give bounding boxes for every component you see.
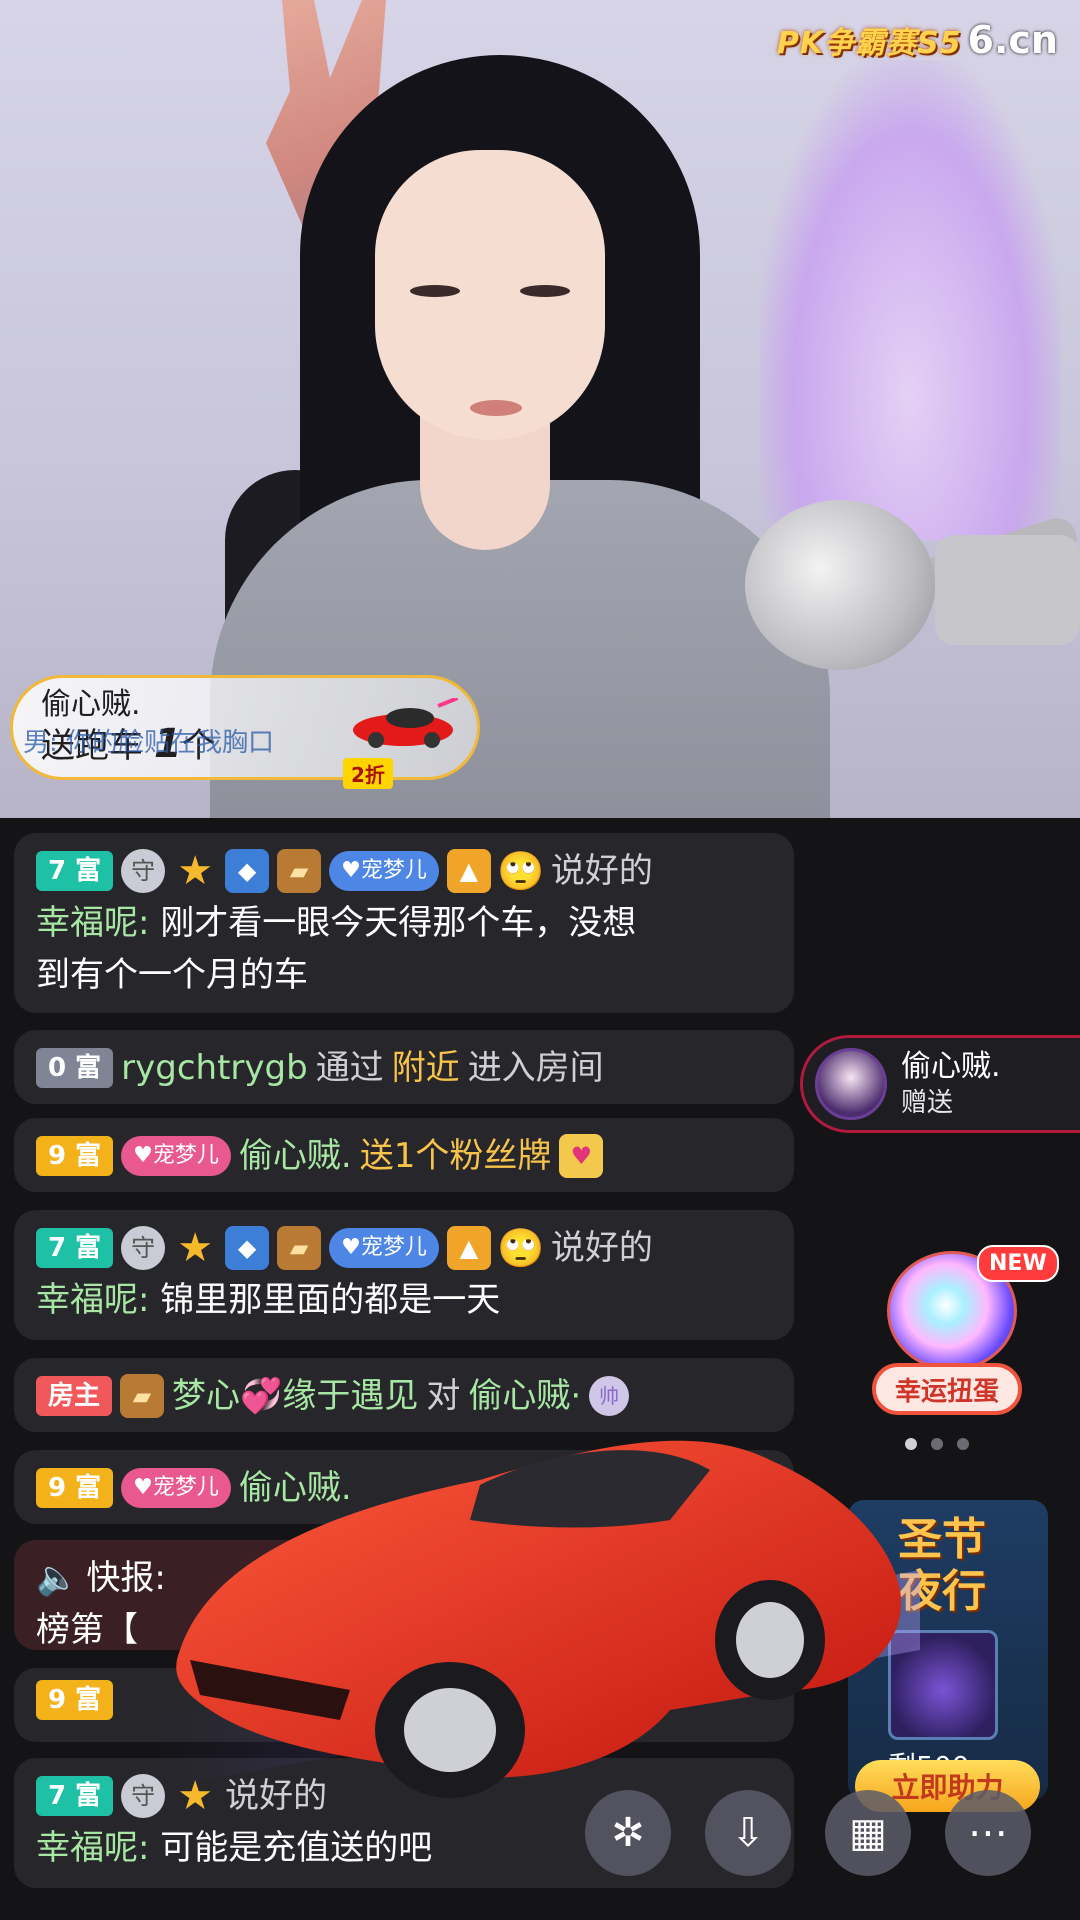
chat-message: 9 富 ♥ 宠梦儿 偷心贼. — [14, 1450, 794, 1524]
chat-username[interactable]: 偷心贼. — [239, 1462, 352, 1514]
pet-name: 宠梦儿 — [360, 858, 427, 883]
target-username[interactable]: 偷心贼· — [468, 1370, 581, 1422]
wealth-level-badge: 7 富 — [36, 851, 114, 891]
chat-message: 0 富 rygchtrygb 通过 附近 进入房间 — [14, 1030, 794, 1104]
sparkle-icon[interactable]: ✲ — [585, 1790, 671, 1876]
gold-bar-icon: ▰ — [277, 1226, 322, 1270]
guard-shield-icon: 守 — [121, 849, 166, 893]
sports-car-icon — [353, 698, 458, 748]
chat-username[interactable]: rygchtrygb — [121, 1042, 308, 1094]
message-tail: 说好的 — [550, 1228, 653, 1268]
pumpkin-icon — [888, 1630, 998, 1740]
event-panel[interactable]: 圣节 夜行 剩500 — [848, 1500, 1048, 1800]
gacha-label: 幸运扭蛋 — [872, 1363, 1022, 1415]
live-video[interactable]: PK争霸赛S5 6.cn 偷心贼. 男: 你的脸贴在我胸口 送跑车 1个 2折 — [0, 0, 1080, 818]
news-label: 快报: — [86, 1558, 166, 1598]
wealth-level-badge: 9 富 — [36, 1136, 114, 1176]
fan-card-icon: ♥ — [559, 1134, 604, 1178]
gift-notice[interactable]: 偷心贼. 赠送 — [800, 1035, 1080, 1133]
enter-source: 附近 — [391, 1048, 460, 1088]
right-eye — [520, 285, 570, 297]
chat-message: 9 富 — [14, 1668, 794, 1742]
cube-badge-icon: ◆ — [225, 849, 270, 893]
chat-message: 7 富 守 ★ ◆ ▰ ♥ 宠梦儿 ▲ 🙄 说好的 幸福呢: 刚才看一眼今天得那个… — [14, 833, 794, 1013]
chat-username[interactable]: 幸福呢: — [36, 1280, 149, 1320]
chat-text: 可能是充值送的吧 — [160, 1828, 433, 1868]
cube-badge-icon: ◆ — [225, 1226, 270, 1270]
microphone-icon — [745, 500, 935, 670]
eye-roll-emoji-icon: 🙄 — [497, 1226, 545, 1270]
grid-icon[interactable]: ▦ — [825, 1790, 911, 1876]
chat-message: 9 富 ♥ 宠梦儿 偷心贼. 送1个粉丝牌 ♥ — [14, 1118, 794, 1192]
message-tail: 说好的 — [225, 1776, 328, 1816]
left-eye — [410, 285, 460, 297]
guard-shield-icon: 守 — [121, 1774, 166, 1818]
chat-username[interactable]: 梦心💞缘于遇见 — [172, 1370, 418, 1422]
event-title: 圣节 夜行 — [898, 1514, 986, 1618]
pet-badge: ♥ 宠梦儿 — [121, 1468, 231, 1508]
chat-username[interactable]: 幸福呢: — [36, 1828, 149, 1868]
star-icon: ★ — [177, 1225, 214, 1271]
guard-shield-icon: 守 — [121, 1226, 166, 1270]
discount-badge: 2折 — [343, 758, 393, 789]
wealth-level-badge: 9 富 — [36, 1680, 114, 1720]
event-title-line1: 圣节 — [898, 1514, 986, 1565]
pk-logo: PK争霸赛S5 — [776, 26, 962, 61]
to-text: 对 — [426, 1376, 461, 1416]
news-flash[interactable]: 🔈 快报: 榜第【 — [14, 1540, 794, 1650]
news-text: 榜第【 — [36, 1610, 138, 1650]
chat-message: 房主 ▰ 梦心💞缘于遇见 对 偷心贼· 帅 — [14, 1358, 794, 1432]
streamer-face — [375, 150, 605, 440]
chat-username[interactable]: 幸福呢: — [36, 903, 149, 943]
gold-bar-icon: ▰ — [120, 1374, 165, 1418]
event-title-line2: 夜行 — [898, 1566, 986, 1617]
pet-badge: ♥ 宠梦儿 — [121, 1136, 231, 1176]
message-tail: 说好的 — [550, 851, 653, 891]
bottom-actions: ✲ ⇩ ▦ ⋯ — [585, 1790, 1031, 1876]
chat-username[interactable]: 偷心贼. — [239, 1130, 352, 1182]
speaker-icon: 🔈 — [36, 1558, 79, 1598]
eye-roll-emoji-icon: 🙄 — [497, 849, 545, 893]
user-badge-icon: ▲ — [446, 1226, 491, 1270]
wealth-level-badge: 9 富 — [36, 1468, 114, 1508]
tag-badge: 帅 — [589, 1376, 630, 1416]
gift-text: 送1个粉丝牌 — [359, 1136, 552, 1176]
user-badge-icon: ▲ — [446, 849, 491, 893]
avatar — [815, 1048, 887, 1120]
background-dress — [760, 60, 1060, 540]
pet-name: 宠梦儿 — [152, 1475, 219, 1500]
stream-logo: PK争霸赛S5 6.cn — [777, 18, 1058, 62]
site-logo: 6.cn — [967, 18, 1058, 62]
enter-room-text: 进入房间 — [467, 1048, 604, 1088]
wealth-level-badge: 7 富 — [36, 1776, 114, 1816]
pet-name: 宠梦儿 — [360, 1235, 427, 1260]
chat-message: 7 富 守 ★ ◆ ▰ ♥ 宠梦儿 ▲ 🙄 说好的 幸福呢: 锦里那里面的都是一天 — [14, 1210, 794, 1340]
chat-text: 锦里那里面的都是一天 — [160, 1280, 501, 1320]
pet-name: 宠梦儿 — [152, 1143, 219, 1168]
wealth-level-badge: 7 富 — [36, 1228, 114, 1268]
star-icon: ★ — [177, 848, 214, 894]
more-icon[interactable]: ⋯ — [945, 1790, 1031, 1876]
chat-text-cont: 到有个一个月的车 — [36, 955, 308, 995]
star-icon: ★ — [177, 1773, 214, 1819]
host-badge: 房主 — [36, 1376, 113, 1416]
pet-badge: ♥ 宠梦儿 — [329, 851, 439, 891]
download-icon[interactable]: ⇩ — [705, 1790, 791, 1876]
gift-banner: 偷心贼. 男: 你的脸贴在我胸口 送跑车 1个 2折 — [10, 675, 480, 789]
gift-banner-subtitle: 男: 你的脸贴在我胸口 — [23, 728, 275, 758]
gift-notice-name: 偷心贼. — [901, 1049, 1001, 1084]
pet-badge: ♥ 宠梦儿 — [329, 1228, 439, 1268]
lucky-gacha[interactable]: NEW 幸运扭蛋 — [872, 1245, 1059, 1425]
mic-body — [935, 535, 1080, 645]
enter-via-text: 通过 — [315, 1048, 384, 1088]
gift-notice-action: 赠送 — [901, 1088, 954, 1118]
wealth-level-badge: 0 富 — [36, 1048, 114, 1088]
carousel-dots — [905, 1438, 969, 1450]
new-badge: NEW — [977, 1245, 1059, 1282]
live-room: PK争霸赛S5 6.cn 偷心贼. 男: 你的脸贴在我胸口 送跑车 1个 2折 — [0, 0, 1080, 1920]
gold-bar-icon: ▰ — [277, 849, 322, 893]
lips — [470, 400, 522, 416]
chat-text: 刚才看一眼今天得那个车，没想 — [160, 903, 637, 943]
